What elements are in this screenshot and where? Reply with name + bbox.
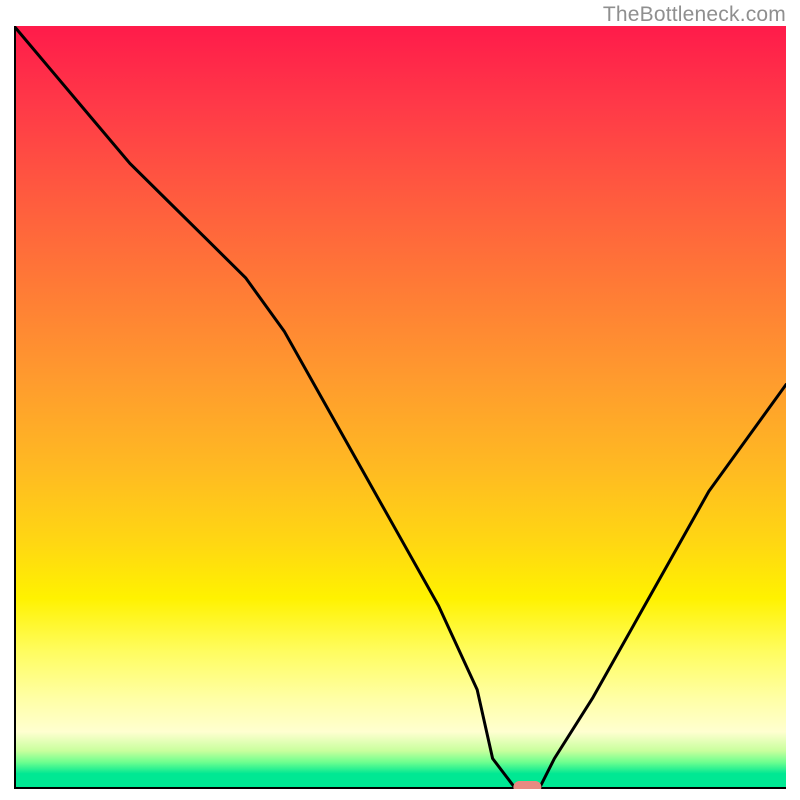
watermark-text: TheBottleneck.com (603, 3, 786, 27)
bottleneck-curve (14, 26, 786, 789)
bottleneck-curve-svg (14, 26, 786, 789)
minimum-marker (513, 781, 541, 789)
